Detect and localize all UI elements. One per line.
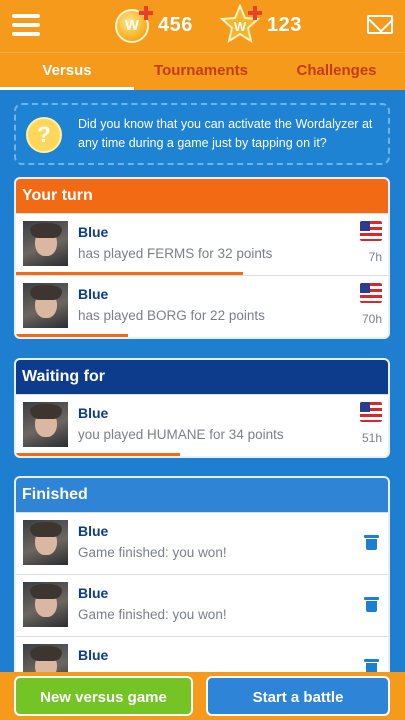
game-row[interactable]: Blue has played BORG for 22 points 70h [16,275,388,337]
bottom-bar: New versus game Start a battle [0,672,405,720]
bulb-icon: ? [26,117,62,153]
avatar [23,520,68,565]
game-detail: Game finished: you won! [78,545,227,560]
top-bar: W 456 W 123 [0,0,405,52]
add-coins-icon[interactable] [139,6,153,20]
player-name: Blue [78,405,109,421]
section-title: Finished [16,478,388,512]
new-versus-game-button[interactable]: New versus game [14,676,193,716]
menu-icon[interactable] [12,12,42,38]
trash-icon[interactable] [364,597,379,612]
trash-icon[interactable] [364,535,379,550]
add-stars-icon[interactable] [248,6,262,20]
game-row[interactable]: Blue you played HUMANE for 34 points 51h [16,394,388,456]
turn-timer-bar [16,453,180,456]
section-finished: Finished Blue Game finished: you won! Bl… [14,476,390,672]
player-name: Blue [78,224,109,240]
elapsed-time: 51h [361,431,382,445]
elapsed-time: 70h [361,312,382,326]
elapsed-time: 7h [368,250,382,264]
flag-icon [360,221,382,241]
section-waiting-for: Waiting for Blue you played HUMANE for 3… [14,358,390,458]
game-detail: has played FERMS for 32 points [78,246,273,261]
player-name: Blue [78,286,109,302]
games-list[interactable]: ? Did you know that you can activate the… [0,90,405,672]
avatar [23,283,68,328]
game-detail: you played HUMANE for 34 points [78,427,284,442]
tip-banner[interactable]: ? Did you know that you can activate the… [14,103,390,165]
start-battle-button[interactable]: Start a battle [206,676,390,716]
tab-bar: Versus Tournaments Challenges [0,52,405,90]
trash-icon[interactable] [364,659,379,672]
game-row[interactable]: Blue Game finished: you won! [16,512,388,574]
player-name: Blue [78,647,109,663]
avatar [23,644,68,672]
game-detail: has played BORG for 22 points [78,308,265,323]
game-detail: Game finished: you won! [78,607,227,622]
section-your-turn: Your turn Blue has played FERMS for 32 p… [14,177,390,339]
flag-icon [360,402,382,422]
player-name: Blue [78,585,109,601]
tab-versus[interactable]: Versus [0,53,134,91]
section-title: Waiting for [16,360,388,394]
avatar [23,221,68,266]
coin-counter: 456 [158,14,193,36]
section-title: Your turn [16,179,388,213]
flag-icon [360,283,382,303]
mail-icon[interactable] [367,15,393,34]
game-row[interactable]: Blue has played FERMS for 32 points 7h [16,213,388,275]
player-name: Blue [78,523,109,539]
tab-challenges[interactable]: Challenges [268,53,405,91]
avatar [23,582,68,627]
tip-text: Did you know that you can activate the W… [78,117,373,150]
star-letter: W [234,19,247,34]
game-row[interactable]: Blue Game finished: you won! [16,574,388,636]
tab-tournaments[interactable]: Tournaments [134,53,268,91]
star-counter: 123 [267,14,302,36]
turn-timer-bar [16,334,128,337]
avatar [23,402,68,447]
game-row[interactable]: Blue [16,636,388,672]
